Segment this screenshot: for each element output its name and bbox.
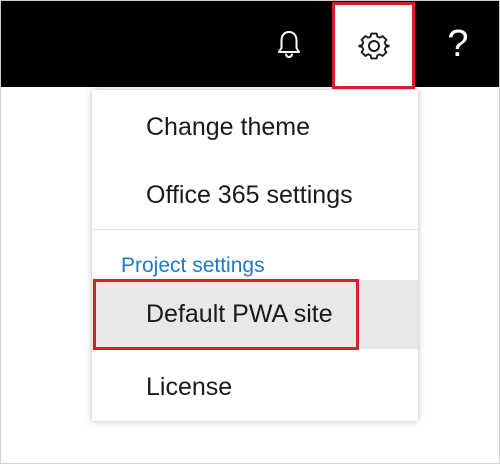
default-pwa-site-menu-item[interactable]: Default PWA site — [92, 280, 418, 349]
help-button[interactable]: ? — [431, 1, 485, 87]
office-365-settings-menu-item[interactable]: Office 365 settings — [92, 161, 418, 229]
gear-icon — [357, 32, 390, 59]
change-theme-menu-item[interactable]: Change theme — [92, 93, 418, 161]
settings-screen: ? Change theme Office 365 settings Proje… — [0, 0, 500, 464]
menu-item-label: Default PWA site — [146, 300, 333, 328]
menu-item-label: Change theme — [146, 112, 311, 141]
settings-button[interactable] — [332, 2, 415, 89]
top-navigation-bar: ? — [1, 1, 499, 87]
menu-divider — [92, 229, 418, 230]
settings-dropdown-menu: Change theme Office 365 settings Project… — [92, 90, 418, 421]
menu-item-label: Office 365 settings — [146, 180, 353, 209]
project-settings-section-header: Project settings — [121, 254, 265, 277]
license-menu-item[interactable]: License — [92, 353, 418, 421]
bell-icon — [278, 31, 300, 59]
menu-item-label: License — [146, 372, 233, 401]
notifications-button[interactable] — [263, 1, 315, 87]
question-mark-icon: ? — [447, 23, 469, 65]
